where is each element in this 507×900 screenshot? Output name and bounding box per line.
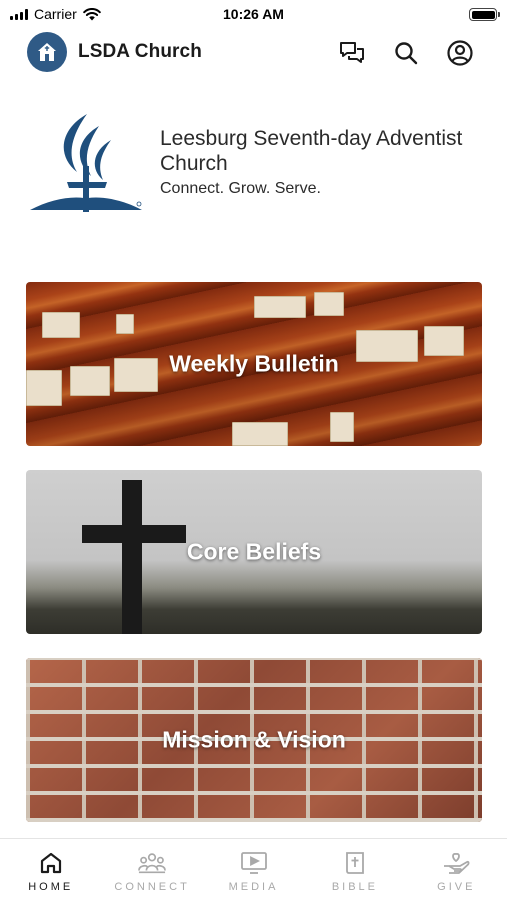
church-brand: Leesburg Seventh-day Adventist Church Co… <box>0 104 507 224</box>
tab-label: HOME <box>28 881 74 893</box>
tab-label: CONNECT <box>114 881 190 893</box>
chat-icon[interactable] <box>337 38 367 68</box>
search-icon[interactable] <box>391 38 421 68</box>
book-decoration <box>116 314 134 334</box>
status-bar: Carrier 10:26 AM <box>0 0 507 28</box>
bible-icon <box>341 849 369 877</box>
app-title: LSDA Church <box>78 41 202 62</box>
tab-home[interactable]: HOME <box>0 839 101 900</box>
weekly-bulletin-card[interactable]: Weekly Bulletin <box>26 282 482 446</box>
book-decoration <box>330 412 354 442</box>
church-name: Leesburg Seventh-day Adventist Church <box>160 127 463 175</box>
tab-media[interactable]: MEDIA <box>203 839 304 900</box>
home-icon <box>37 849 65 877</box>
tab-bible[interactable]: BIBLE <box>304 839 405 900</box>
book-decoration <box>314 292 344 316</box>
adventist-logo-icon <box>30 114 142 212</box>
book-decoration <box>42 312 80 338</box>
people-icon <box>138 849 167 877</box>
app-header: LSDA Church <box>0 28 507 78</box>
tab-give[interactable]: GIVE <box>406 839 507 900</box>
book-decoration <box>254 296 306 318</box>
card-title: Core Beliefs <box>186 538 322 565</box>
mission-vision-card[interactable]: Mission & Vision <box>26 658 482 822</box>
book-decoration <box>232 422 288 446</box>
battery-icon <box>469 8 500 21</box>
tab-connect[interactable]: CONNECT <box>101 839 202 900</box>
profile-icon[interactable] <box>445 38 475 68</box>
church-tagline: Connect. Grow. Serve. <box>160 180 321 197</box>
tab-label: MEDIA <box>228 881 279 893</box>
core-beliefs-card[interactable]: Core Beliefs <box>26 470 482 634</box>
status-time: 10:26 AM <box>223 6 284 22</box>
give-icon <box>442 849 470 877</box>
tab-label: BIBLE <box>331 881 379 893</box>
bottom-tab-bar: HOME CONNECT MEDIA BIBLE GIVE <box>0 838 507 900</box>
video-icon <box>240 849 268 877</box>
tab-label: GIVE <box>437 881 476 893</box>
card-title: Mission & Vision <box>162 726 346 753</box>
church-home-logo-icon <box>27 32 67 72</box>
card-title: Weekly Bulletin <box>169 350 339 377</box>
